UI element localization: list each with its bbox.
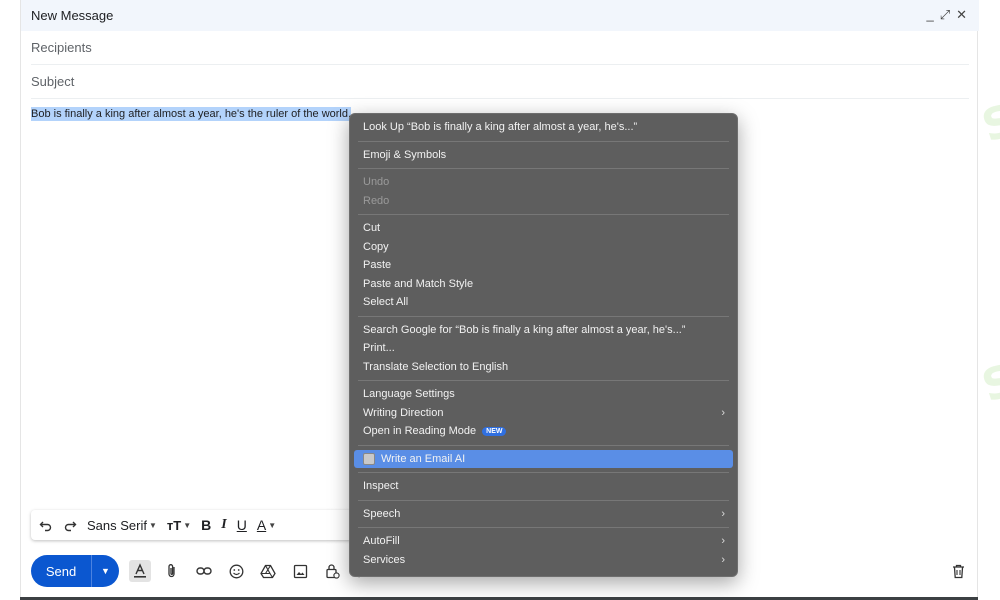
menu-item-emoji-symbols[interactable]: Emoji & Symbols bbox=[350, 146, 737, 165]
menu-item-look-up[interactable]: Look Up “Bob is finally a king after alm… bbox=[350, 118, 737, 137]
underline-button[interactable]: U bbox=[237, 517, 247, 533]
menu-item-paste[interactable]: Paste bbox=[350, 256, 737, 275]
minimize-icon[interactable]: _ bbox=[926, 7, 933, 23]
menu-item-services[interactable]: Services › bbox=[350, 551, 737, 570]
menu-item-label: Write an Email AI bbox=[381, 452, 466, 465]
chevron-down-icon: ▼ bbox=[183, 520, 192, 530]
menu-separator bbox=[358, 214, 729, 215]
formatting-toolbar: Sans Serif ▼ тT ▼ B I U A ▼ bbox=[31, 510, 356, 540]
chevron-down-icon: ▼ bbox=[148, 520, 157, 530]
emoji-icon[interactable] bbox=[225, 560, 247, 582]
bold-button[interactable]: B bbox=[201, 517, 211, 533]
font-size-button[interactable]: тT ▼ bbox=[167, 518, 191, 533]
subject-field[interactable]: Subject bbox=[31, 65, 969, 99]
discard-draft-trash-icon[interactable] bbox=[947, 560, 969, 582]
menu-item-search-google[interactable]: Search Google for “Bob is finally a king… bbox=[350, 321, 737, 340]
text-color-button[interactable]: A ▼ bbox=[257, 517, 276, 533]
compose-actions bbox=[129, 560, 375, 582]
menu-separator bbox=[358, 140, 729, 142]
menu-item-writing-direction[interactable]: Writing Direction › bbox=[350, 404, 737, 423]
menu-item-inspect[interactable]: Inspect bbox=[350, 477, 737, 496]
send-options-chevron-icon[interactable]: ▼ bbox=[91, 555, 119, 587]
menu-item-copy[interactable]: Copy bbox=[350, 238, 737, 257]
attach-file-icon[interactable] bbox=[161, 560, 183, 582]
menu-item-autofill[interactable]: AutoFill › bbox=[350, 532, 737, 551]
submenu-chevron-icon: › bbox=[721, 507, 725, 520]
menu-item-label: Speech bbox=[363, 507, 401, 520]
insert-link-icon[interactable] bbox=[193, 560, 215, 582]
compose-title: New Message bbox=[31, 8, 114, 23]
window-controls: _ ⤢ ✕ bbox=[926, 7, 967, 23]
menu-item-reading-mode[interactable]: Open in Reading Mode NEW bbox=[350, 422, 737, 441]
text-color-icon: A bbox=[256, 517, 267, 533]
menu-separator bbox=[358, 380, 729, 381]
chevron-down-icon: ▼ bbox=[268, 520, 277, 530]
menu-item-label: Open in Reading Mode bbox=[363, 425, 477, 438]
undo-icon[interactable] bbox=[39, 518, 53, 532]
submenu-chevron-icon: › bbox=[721, 535, 725, 548]
submenu-chevron-icon: › bbox=[721, 553, 725, 566]
menu-item-print[interactable]: Print... bbox=[350, 339, 737, 358]
recipients-field[interactable]: Recipients bbox=[31, 31, 969, 65]
font-select[interactable]: Sans Serif ▼ bbox=[87, 518, 157, 533]
selected-text[interactable]: Bob is finally a king after almost a yea… bbox=[31, 107, 352, 121]
send-button[interactable]: Send bbox=[31, 555, 91, 587]
menu-separator bbox=[358, 472, 729, 473]
context-menu: Look Up “Bob is finally a king after alm… bbox=[349, 113, 738, 577]
expand-icon[interactable]: ⤢ bbox=[940, 7, 950, 23]
menu-separator bbox=[358, 315, 729, 317]
confidential-lock-icon[interactable] bbox=[321, 560, 343, 582]
close-icon[interactable]: ✕ bbox=[956, 7, 967, 23]
italic-button[interactable]: I bbox=[221, 517, 226, 533]
message-body[interactable]: Bob is finally a king after almost a yea… bbox=[31, 107, 352, 121]
new-badge: NEW bbox=[482, 426, 507, 436]
menu-item-label: Writing Direction bbox=[363, 406, 444, 419]
compose-bottom-bar: Send ▼ bbox=[31, 555, 375, 587]
menu-item-label: AutoFill bbox=[363, 535, 400, 548]
menu-item-undo: Undo bbox=[363, 176, 390, 189]
menu-item-paste-match-style[interactable]: Paste and Match Style bbox=[350, 275, 737, 294]
submenu-chevron-icon: › bbox=[721, 406, 725, 419]
menu-item-write-email-ai[interactable]: Write an Email AI bbox=[354, 449, 733, 468]
extension-icon bbox=[363, 452, 375, 465]
menu-item-translate[interactable]: Translate Selection to English bbox=[350, 358, 737, 377]
menu-separator bbox=[358, 527, 729, 528]
formatting-options-icon[interactable] bbox=[129, 560, 151, 582]
menu-item-language-settings[interactable]: Language Settings bbox=[350, 385, 737, 404]
send-button-group: Send ▼ bbox=[31, 555, 119, 587]
menu-item-redo: Redo bbox=[363, 194, 390, 207]
insert-photo-icon[interactable] bbox=[289, 560, 311, 582]
menu-item-label: Services bbox=[363, 553, 406, 566]
font-size-icon: тT bbox=[166, 517, 182, 533]
font-name: Sans Serif bbox=[87, 517, 147, 533]
redo-icon[interactable] bbox=[63, 518, 77, 532]
menu-separator bbox=[358, 168, 729, 169]
drive-icon[interactable] bbox=[257, 560, 279, 582]
menu-item-select-all[interactable]: Select All bbox=[350, 293, 737, 312]
menu-separator bbox=[358, 444, 729, 446]
menu-item-speech[interactable]: Speech › bbox=[350, 505, 737, 524]
compose-titlebar[interactable]: New Message _ ⤢ ✕ bbox=[21, 0, 979, 31]
menu-item-cut[interactable]: Cut bbox=[350, 219, 737, 238]
menu-separator bbox=[358, 499, 729, 501]
